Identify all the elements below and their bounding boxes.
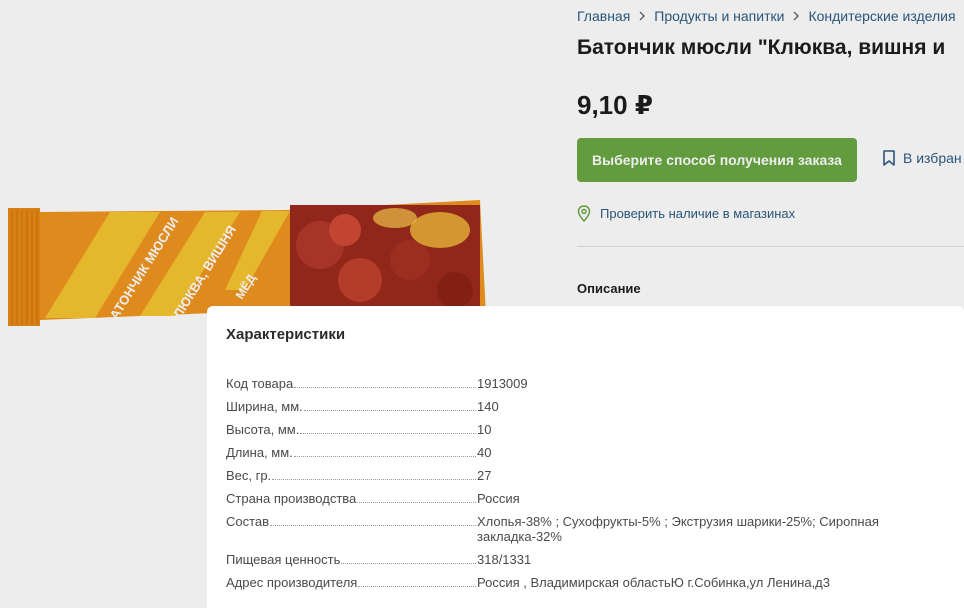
spec-name: Код товара (226, 376, 476, 391)
spec-label: Ширина, мм. (226, 399, 304, 414)
spec-name: Высота, мм. (226, 422, 476, 437)
characteristics-modal: Характеристики Код товара 1913009 Ширина… (207, 306, 964, 608)
spec-value: 27 (477, 468, 492, 483)
dotted-leader (294, 387, 476, 388)
dotted-leader (270, 525, 476, 526)
spec-name: Адрес производителя (226, 575, 476, 590)
spec-label: Высота, мм. (226, 422, 301, 437)
spec-name: Состав (226, 514, 476, 544)
spec-value: 318/1331 (477, 552, 532, 567)
spec-row-height: Высота, мм. 10 (226, 422, 946, 437)
dotted-leader (357, 502, 476, 503)
dotted-leader (293, 456, 476, 457)
spec-value: 140 (477, 399, 499, 414)
spec-name: Ширина, мм. (226, 399, 476, 414)
spec-name: Пищевая ценность (226, 552, 476, 567)
spec-value: Россия (477, 491, 520, 506)
dotted-leader (358, 586, 476, 587)
spec-value: Хлопья-38% ; Сухофрукты-5% ; Экструзия ш… (477, 514, 879, 544)
dotted-leader (300, 433, 476, 434)
spec-value: 1913009 (477, 376, 528, 391)
dotted-leader (272, 479, 476, 480)
spec-row-code: Код товара 1913009 (226, 376, 946, 391)
spec-value: 40 (477, 445, 492, 460)
spec-row-length: Длина, мм. 40 (226, 445, 946, 460)
spec-value: Россия , Владимирская областьЮ г.Собинка… (477, 575, 830, 590)
spec-label: Адрес производителя (226, 575, 359, 590)
spec-label: Код товара (226, 376, 295, 391)
specs-list: Код товара 1913009 Ширина, мм. 140 Высот… (226, 376, 946, 598)
dotted-leader (303, 410, 476, 411)
spec-label: Состав (226, 514, 271, 529)
spec-row-country: Страна производства Россия (226, 491, 946, 506)
spec-value: 10 (477, 422, 492, 437)
spec-row-composition: Состав Хлопья-38% ; Сухофрукты-5% ; Экст… (226, 514, 946, 544)
modal-title: Характеристики (226, 326, 346, 343)
spec-label: Страна производства (226, 491, 358, 506)
spec-row-weight: Вес, гр. 27 (226, 468, 946, 483)
spec-label: Вес, гр. (226, 468, 273, 483)
spec-row-nutrition: Пищевая ценность 318/1331 (226, 552, 946, 567)
spec-name: Страна производства (226, 491, 476, 506)
spec-label: Пищевая ценность (226, 552, 342, 567)
spec-label: Длина, мм. (226, 445, 294, 460)
spec-row-width: Ширина, мм. 140 (226, 399, 946, 414)
spec-row-manufacturer-address: Адрес производителя Россия , Владимирска… (226, 575, 946, 590)
spec-name: Длина, мм. (226, 445, 476, 460)
dotted-leader (341, 563, 476, 564)
spec-name: Вес, гр. (226, 468, 476, 483)
